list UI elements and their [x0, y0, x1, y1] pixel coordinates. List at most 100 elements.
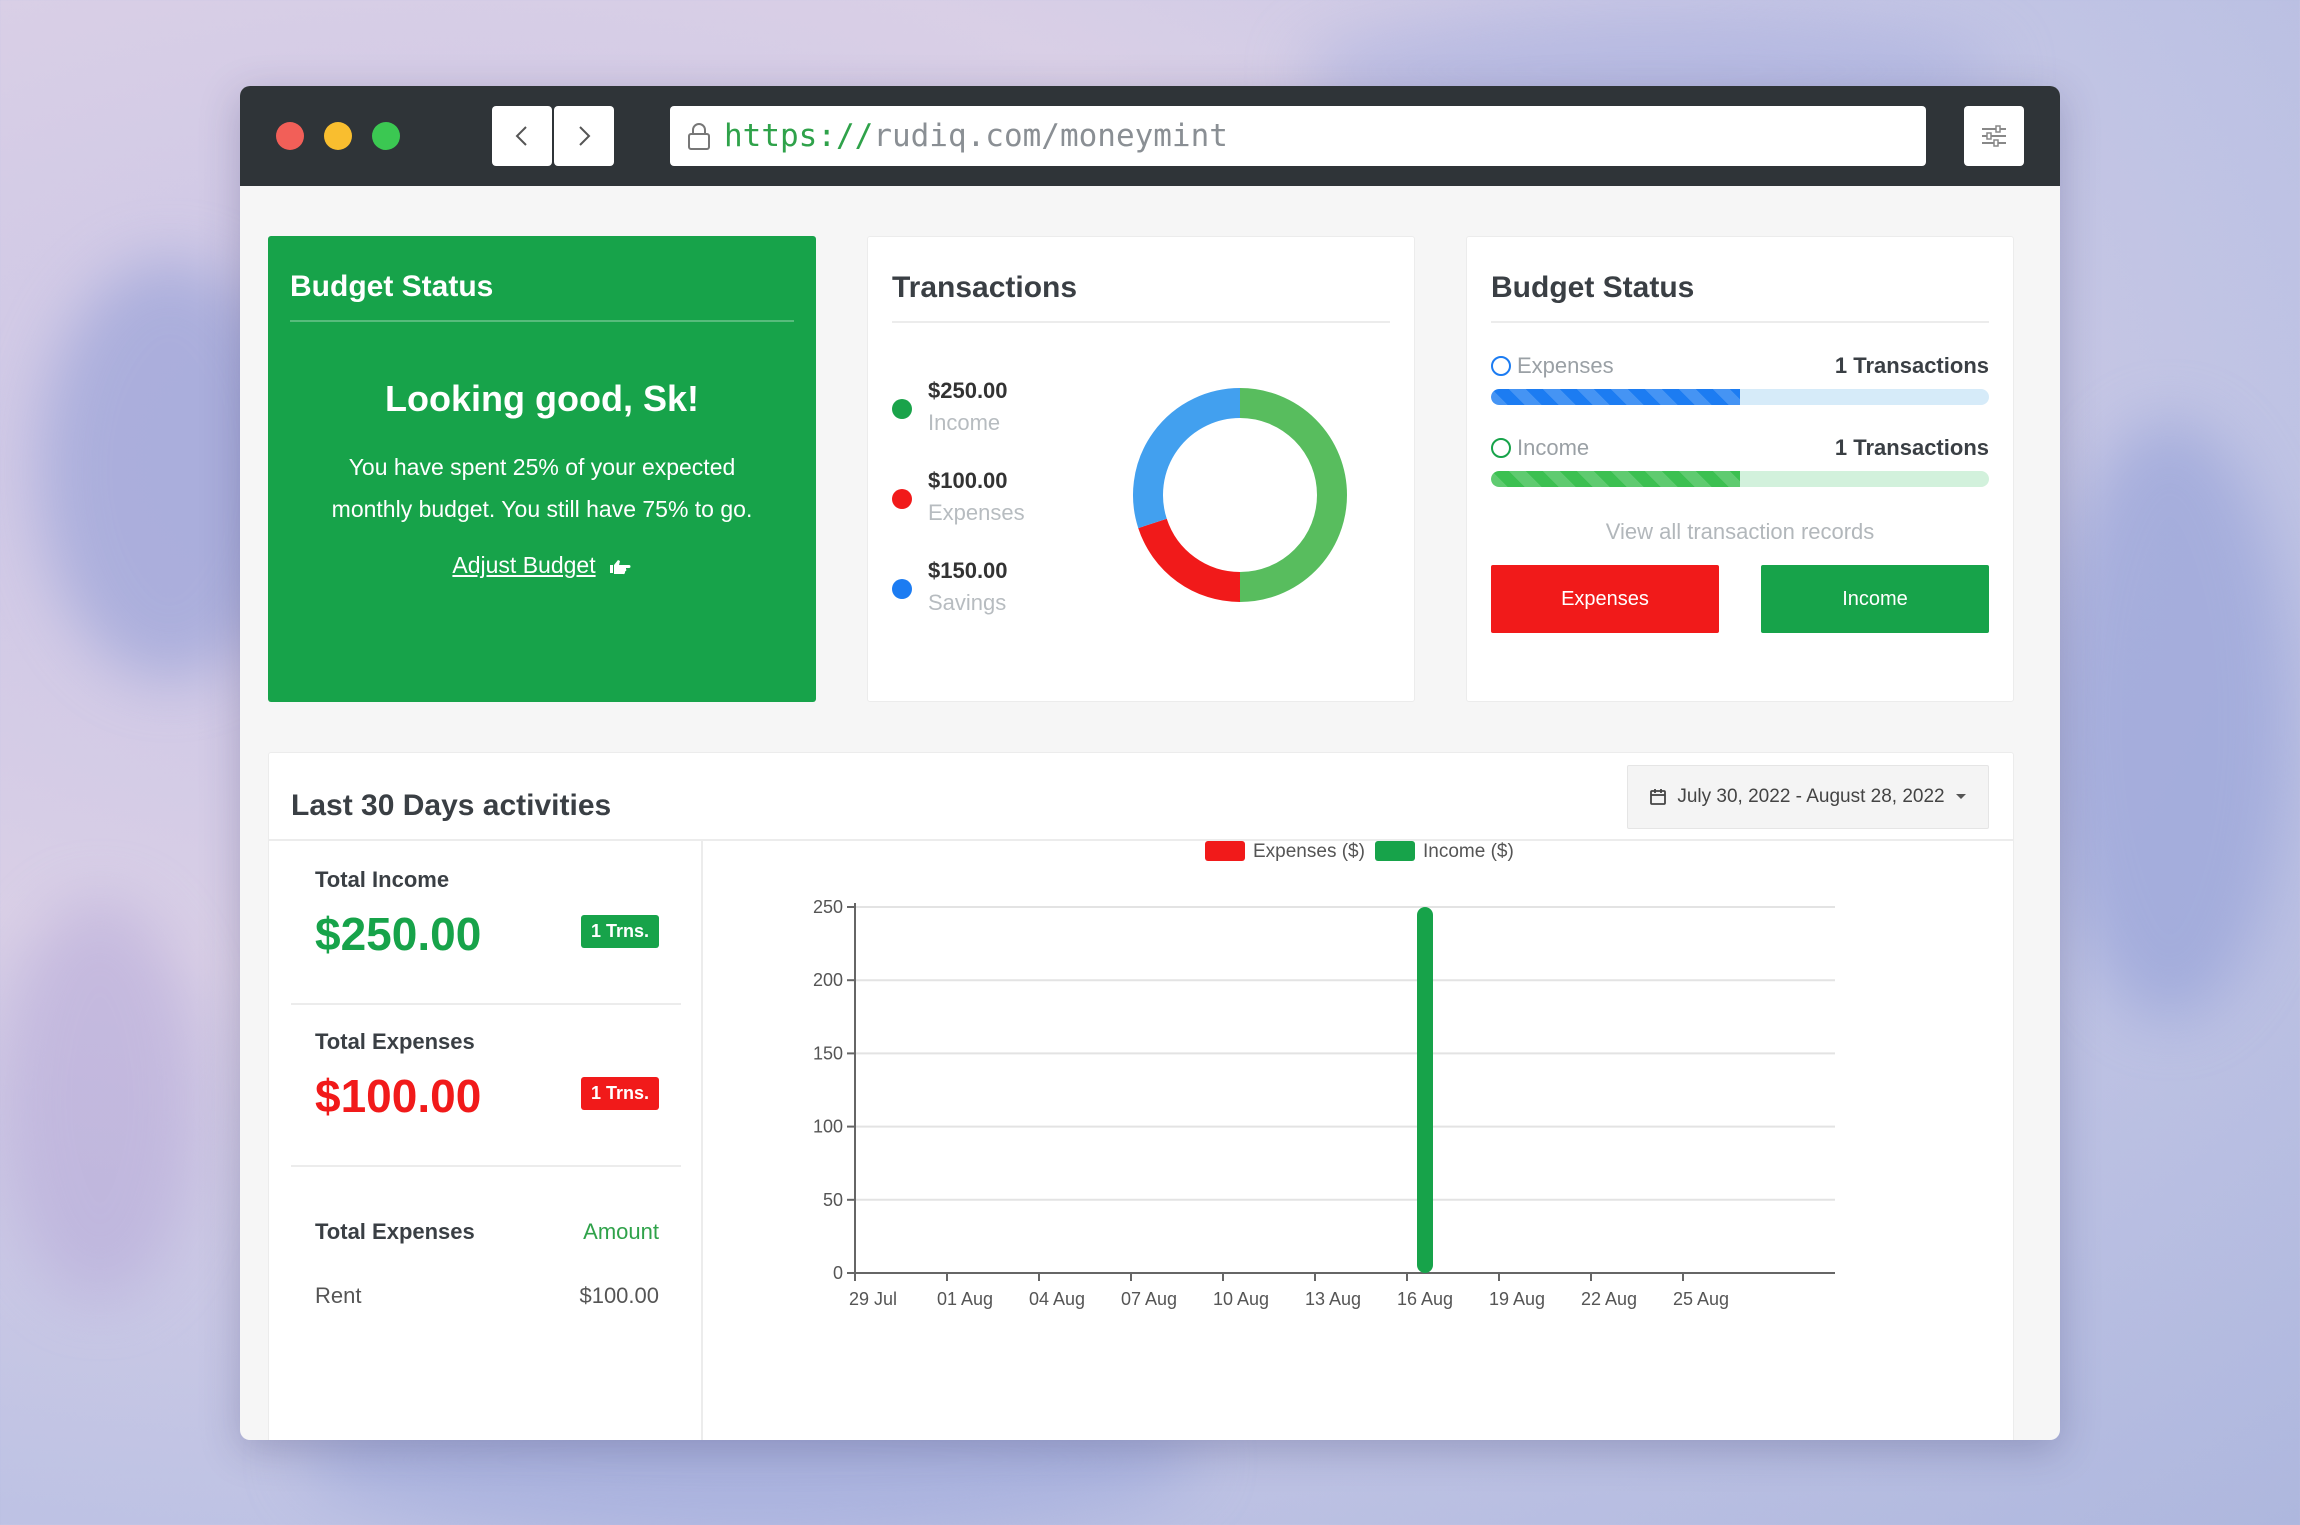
y-tick-label: 100: [813, 1117, 843, 1137]
transaction-label: Income: [928, 410, 1001, 435]
transactions-list: $250.00 Income $100.00 Expenses $150.00 …: [892, 375, 1025, 645]
income-dot-icon: [892, 399, 912, 419]
y-tick-label: 50: [823, 1190, 843, 1210]
x-tick-label: 01 Aug: [937, 1289, 993, 1309]
expenses-count-badge: 1 Trns.: [580, 1077, 659, 1110]
x-tick-label: 07 Aug: [1121, 1289, 1177, 1309]
legend-label: Income ($): [1423, 841, 1514, 862]
adjust-budget-label[interactable]: Adjust Budget: [452, 552, 595, 579]
income-progress-row: Income 1 Transactions: [1491, 435, 1989, 461]
sliders-icon: [1982, 125, 2006, 147]
income-transaction-count: 1 Transactions: [1834, 435, 1989, 460]
url-scheme: https://: [724, 118, 874, 154]
date-range-picker[interactable]: July 30, 2022 - August 28, 2022: [1627, 765, 1989, 829]
activity-card: Last 30 Days activities July 30, 2022 - …: [268, 752, 2014, 1440]
hand-pointer-icon: [609, 559, 631, 574]
chevron-right-icon: [579, 126, 591, 146]
x-tick-label: 29 Jul: [849, 1289, 897, 1309]
activity-chart-area: Expenses ($) Income ($) 0 50 100 150 200 250 29 …: [705, 841, 2013, 1440]
browser-titlebar: https://rudiq.com/moneymint: [240, 86, 2060, 186]
income-button[interactable]: Income: [1761, 565, 1989, 633]
transaction-amount: $250.00: [928, 378, 1008, 403]
budget-message: You have spent 25% of your expected mont…: [290, 446, 794, 530]
total-expenses-label: Total Expenses: [315, 1029, 475, 1054]
transaction-item-expenses: $100.00 Expenses: [892, 465, 1025, 529]
budget-message-line1: You have spent 25% of your expected: [348, 454, 736, 480]
maximize-window-button[interactable]: [372, 122, 400, 150]
income-progress-fill: [1491, 471, 1740, 487]
total-income-label: Total Income: [315, 867, 450, 892]
browser-window: https://rudiq.com/moneymint Budget Statu…: [240, 86, 2060, 1440]
caret-down-icon: [1955, 794, 1966, 799]
adjust-budget-link[interactable]: Adjust Budget: [290, 552, 794, 579]
transaction-label: Savings: [928, 590, 1007, 615]
x-tick-label: 25 Aug: [1673, 1289, 1729, 1309]
total-income-stat: Total Income $250.00 1 Trns.: [315, 867, 659, 961]
legend-swatch: [1205, 841, 1245, 861]
y-tick-label: 250: [813, 897, 843, 917]
expenses-button[interactable]: Expenses: [1491, 565, 1719, 633]
view-all-transactions-link[interactable]: View all transaction records: [1491, 519, 1989, 545]
donut-slice-expenses: [1138, 518, 1241, 602]
transaction-amount: $100.00: [928, 468, 1008, 493]
transaction-item-income: $250.00 Income: [892, 375, 1025, 439]
transactions-card: Transactions $250.00 Income $100.00 Expe…: [867, 236, 1415, 702]
donut-slice-savings: [1133, 388, 1241, 529]
close-window-button[interactable]: [276, 122, 304, 150]
y-tick-label: 150: [813, 1043, 843, 1063]
budget-headline: Looking good, Sk!: [385, 378, 699, 419]
x-tick-label: 04 Aug: [1029, 1289, 1085, 1309]
minimize-window-button[interactable]: [324, 122, 352, 150]
transactions-card-title: Transactions: [892, 271, 1390, 323]
expenses-transaction-count: 1 Transactions: [1834, 353, 1989, 378]
expenses-table-header-name: Total Expenses: [315, 1219, 475, 1244]
x-tick-label: 22 Aug: [1581, 1289, 1637, 1309]
expenses-table-header-amount: Amount: [583, 1219, 659, 1244]
date-range-label: July 30, 2022 - August 28, 2022: [1677, 786, 1945, 807]
y-tick-label: 0: [833, 1263, 843, 1283]
address-bar[interactable]: https://rudiq.com/moneymint: [670, 106, 1926, 166]
activity-title: Last 30 Days activities: [291, 789, 612, 822]
lock-icon: [686, 121, 712, 151]
chart-legend: Expenses ($) Income ($): [1205, 841, 1514, 862]
transaction-item-savings: $150.00 Savings: [892, 555, 1025, 619]
budget-progress-title: Budget Status: [1491, 271, 1989, 323]
x-tick-label: 10 Aug: [1213, 1289, 1269, 1309]
expenses-progress-row: Expenses 1 Transactions: [1491, 353, 1989, 379]
expenses-ring-icon: [1491, 356, 1511, 376]
x-tick-label: 13 Aug: [1305, 1289, 1361, 1309]
expenses-progress-fill: [1491, 389, 1740, 405]
back-button[interactable]: [492, 106, 552, 166]
total-expenses-stat: Total Expenses $100.00 1 Trns.: [315, 1029, 659, 1123]
expenses-table: Total Expenses Amount Rent $100.00: [315, 1219, 659, 1309]
calendar-icon: [1650, 789, 1667, 805]
donut-slice-income: [1239, 388, 1347, 602]
expense-name: Rent: [315, 1283, 362, 1308]
expense-amount: $100.00: [579, 1283, 659, 1308]
budget-progress-card: Budget Status Expenses 1 Transactions In…: [1466, 236, 2014, 702]
legend-swatch: [1375, 841, 1415, 861]
expenses-progress-bar: [1491, 389, 1989, 405]
url-path: rudiq.com/moneymint: [873, 118, 1228, 154]
income-progress-label: Income: [1517, 435, 1590, 460]
legend-label: Expenses ($): [1253, 841, 1365, 862]
bar-income: [1417, 907, 1433, 1273]
activity-summary-panel: Total Income $250.00 1 Trns. Total Expen…: [269, 841, 703, 1440]
income-count-badge: 1 Trns.: [580, 915, 659, 948]
budget-message-line2: monthly budget. You still have 75% to go…: [331, 496, 753, 522]
transaction-label: Expenses: [928, 500, 1025, 525]
activity-bar-chart: Expenses ($) Income ($) 0 50 100 150 200 250 29 …: [813, 841, 1835, 1309]
y-tick-label: 200: [813, 970, 843, 990]
income-progress-bar: [1491, 471, 1989, 487]
budget-status-card: Budget Status Looking good, Sk! You have…: [268, 236, 816, 702]
transactions-donut-chart: [1133, 388, 1347, 602]
table-row: Rent $100.00: [315, 1283, 659, 1309]
expenses-dot-icon: [892, 489, 912, 509]
forward-button[interactable]: [554, 106, 614, 166]
x-tick-label: 16 Aug: [1397, 1289, 1453, 1309]
transaction-amount: $150.00: [928, 558, 1008, 583]
settings-button[interactable]: [1964, 106, 2024, 166]
budget-card-title: Budget Status: [290, 270, 794, 322]
income-ring-icon: [1491, 438, 1511, 458]
expenses-progress-label: Expenses: [1517, 353, 1614, 378]
